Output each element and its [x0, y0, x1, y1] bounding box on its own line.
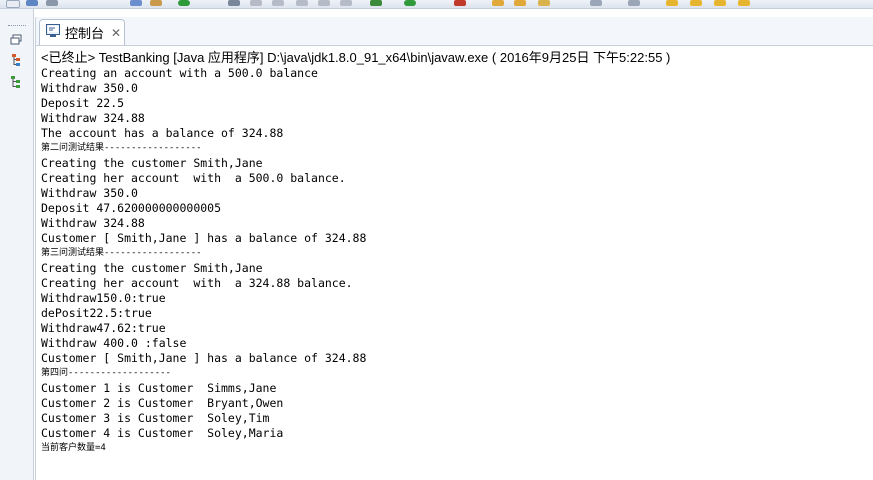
tab-console[interactable]: 控制台 ✕ — [39, 19, 125, 45]
console-line: Withdraw47.62:true — [41, 321, 166, 335]
console-line: Withdraw 350.0 — [41, 81, 138, 95]
left-trim-bar — [0, 9, 34, 480]
console-line: Withdraw 324.88 — [41, 111, 145, 125]
console-line: Withdraw 350.0 — [41, 186, 138, 200]
new-class-icon[interactable] — [538, 0, 550, 6]
console-line: 第四问------------------- — [41, 368, 171, 378]
console-line: Creating the customer Smith,Jane — [41, 261, 263, 275]
console-line: Deposit 22.5 — [41, 96, 125, 110]
home-icon[interactable] — [150, 0, 162, 6]
console-line: Deposit 47.620000000000005 — [41, 201, 222, 215]
console-line: 第二问测试结果------------------ — [41, 143, 202, 153]
build-icon[interactable] — [370, 0, 382, 6]
console-line: 第三问测试结果------------------ — [41, 248, 202, 258]
search-icon[interactable] — [130, 0, 142, 6]
console-line: dePosit22.5:true — [41, 306, 152, 320]
back-icon[interactable] — [666, 0, 678, 6]
forward-icon[interactable] — [738, 0, 750, 6]
skip-icon[interactable] — [272, 0, 284, 6]
new-icon[interactable] — [6, 0, 20, 8]
tab-label: 控制台 — [65, 26, 105, 41]
nav-icon[interactable] — [628, 0, 640, 6]
trim-grip[interactable] — [8, 25, 26, 28]
close-icon[interactable]: ✕ — [111, 27, 121, 39]
open-folder-icon[interactable] — [492, 0, 504, 6]
save-icon[interactable] — [26, 0, 38, 6]
console-line: Customer 4 is Customer Soley,Maria — [41, 426, 284, 440]
console-icon — [46, 23, 60, 42]
open-folder-icon[interactable] — [514, 0, 526, 6]
console-line: Creating the customer Smith,Jane — [41, 156, 263, 170]
outline-icon[interactable] — [9, 53, 23, 67]
stop-icon[interactable] — [250, 0, 262, 6]
console-line: Creating her account with a 324.88 balan… — [41, 276, 353, 290]
step-icon[interactable] — [318, 0, 330, 6]
process-status-label: <已终止> TestBanking [Java 应用程序] D:\java\jd… — [41, 50, 671, 65]
console-line: Creating an account with a 500.0 balance — [41, 66, 318, 80]
step-icon[interactable] — [340, 0, 352, 6]
console-output[interactable]: Creating an account with a 500.0 balance… — [41, 66, 871, 456]
console-line: 当前客户数量=4 — [41, 443, 106, 453]
nav-icon[interactable] — [590, 0, 602, 6]
view-tab-bar: 控制台 ✕ — [36, 17, 873, 46]
ok-icon[interactable] — [404, 0, 416, 6]
console-line: Withdraw 400.0 :false — [41, 336, 187, 350]
run-icon[interactable] — [178, 0, 190, 6]
main-toolbar — [0, 0, 873, 9]
console-line: Customer 3 is Customer Soley,Tim — [41, 411, 270, 425]
forward-icon[interactable] — [690, 0, 702, 6]
hierarchy-icon[interactable] — [9, 75, 23, 89]
console-line: Customer 1 is Customer Simms,Jane — [41, 381, 277, 395]
debug-icon[interactable] — [228, 0, 240, 6]
console-view: 控制台 ✕ <已终止> TestBanking [Java 应用程序] D:\j… — [35, 17, 873, 480]
error-icon[interactable] — [454, 0, 466, 6]
print-icon[interactable] — [46, 0, 58, 6]
console-line: Customer [ Smith,Jane ] has a balance of… — [41, 231, 367, 245]
console-line: Creating her account with a 500.0 balanc… — [41, 171, 346, 185]
step-icon[interactable] — [296, 0, 308, 6]
back-icon[interactable] — [714, 0, 726, 6]
restore-icon[interactable] — [9, 33, 23, 47]
console-line: Customer 2 is Customer Bryant,Owen — [41, 396, 284, 410]
console-line: The account has a balance of 324.88 — [41, 126, 284, 140]
console-line: Withdraw 324.88 — [41, 216, 145, 230]
console-line: Withdraw150.0:true — [41, 291, 166, 305]
console-line: Customer [ Smith,Jane ] has a balance of… — [41, 351, 367, 365]
